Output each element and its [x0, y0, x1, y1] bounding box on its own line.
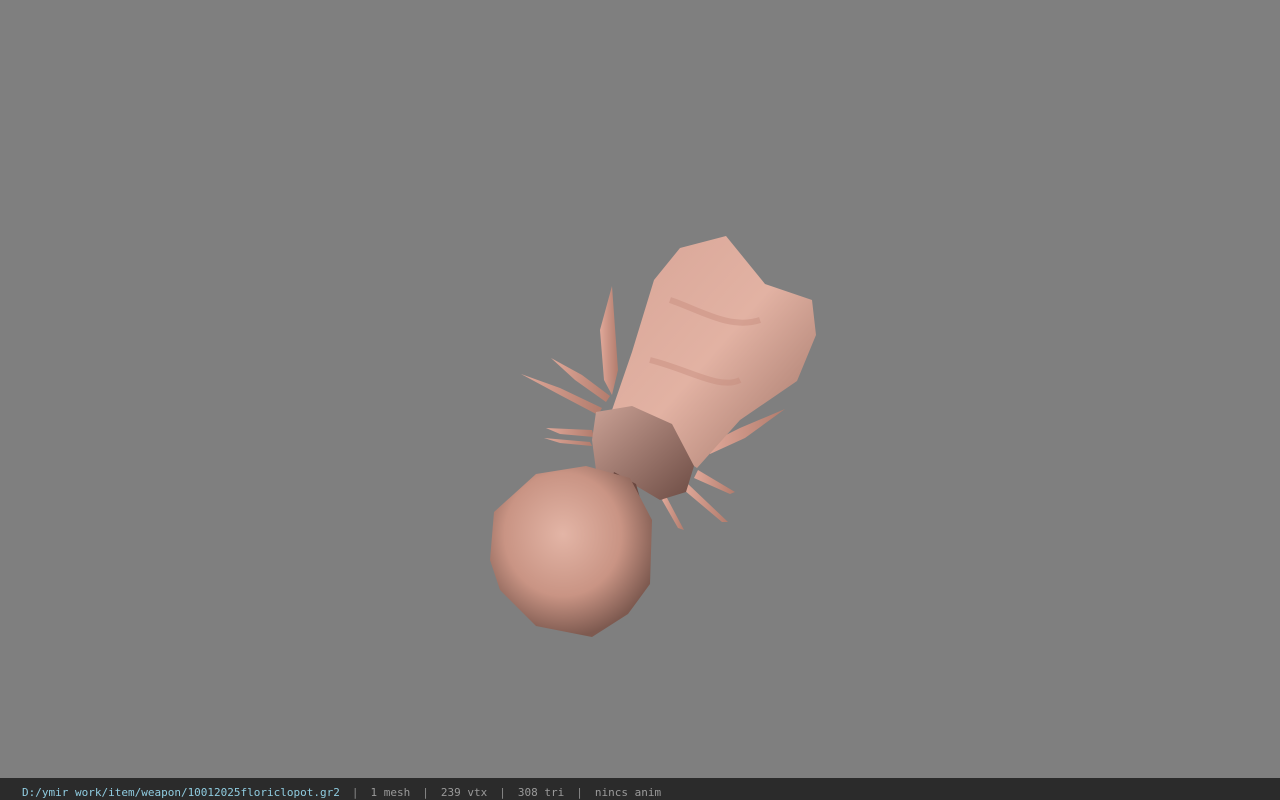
file-path: D:/ymir work/item/weapon/10012025floricl… — [22, 786, 340, 799]
mesh-count: 1 mesh — [370, 786, 411, 799]
status-bar: D:/ymir work/item/weapon/10012025floricl… — [0, 778, 1280, 800]
3d-viewport[interactable] — [0, 0, 1280, 778]
weapon-model-render[interactable] — [0, 0, 1280, 778]
vertex-count: 239 vtx — [440, 786, 488, 799]
separator: | — [351, 786, 359, 799]
anim-status: nincs anim — [594, 786, 662, 799]
bulb — [490, 466, 652, 637]
separator: | — [499, 786, 506, 799]
triangle-count: 308 tri — [517, 786, 565, 799]
separator: | — [422, 786, 429, 799]
separator: | — [576, 786, 583, 799]
